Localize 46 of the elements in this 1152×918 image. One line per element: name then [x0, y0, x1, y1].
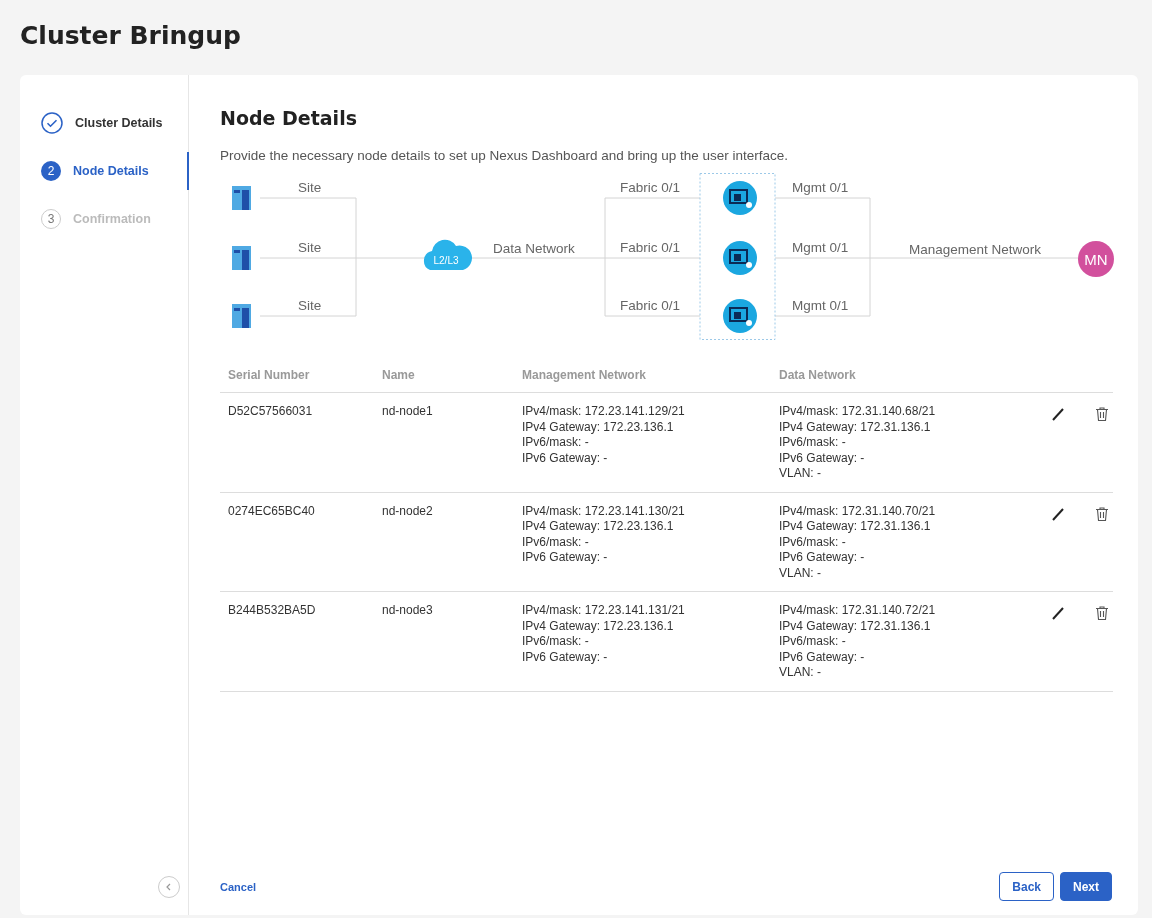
table-cell-text: IPv4/mask: 172.31.140.72/21 IPv4 Gateway: 172.31.136.1 IPv6/mask: - IPv6 Gateway: - VLAN: - — [779, 603, 937, 681]
next-button[interactable]: Next — [1060, 872, 1112, 901]
building-icon — [232, 186, 251, 210]
building-icon — [232, 304, 251, 328]
table-cell-text: IPv4/mask: 172.23.141.129/21 IPv4 Gateway: 172.23.136.1 IPv6/mask: - IPv6 Gateway: - — [522, 404, 686, 466]
node-icon — [723, 241, 757, 275]
node-icon — [723, 299, 757, 333]
table-cell-text: IPv4/mask: 172.23.141.130/21 IPv4 Gateway: 172.23.136.1 IPv6/mask: - IPv6 Gateway: - — [522, 503, 686, 566]
port-label: Fabric 0/1 — [620, 240, 681, 255]
network-label: Management Network — [909, 242, 1042, 257]
column-header: Name — [382, 368, 416, 382]
port-label: Fabric 0/1 — [620, 180, 681, 195]
step-item[interactable]: Cluster Details — [20, 104, 189, 142]
building-icon — [232, 246, 251, 270]
port-label: Mgmt 0/1 — [792, 240, 849, 255]
table-cell-text: B244B532BA5D — [228, 603, 317, 619]
cloud-icon: L2/L3 — [423, 239, 472, 270]
back-button[interactable]: Back — [999, 872, 1054, 901]
port-label: Fabric 0/1 — [620, 298, 681, 313]
section-heading: Node Details — [220, 107, 358, 129]
table-cell-text: nd-node2 — [382, 503, 434, 519]
badge-label: MN — [1084, 251, 1108, 268]
network-label: Data Network — [493, 241, 575, 256]
site-label: Site — [298, 180, 322, 195]
table-cell-text: nd-node1 — [382, 404, 434, 420]
port-label: Mgmt 0/1 — [792, 180, 849, 195]
table-cell-text: IPv4/mask: 172.31.140.68/21 IPv4 Gateway: 172.31.136.1 IPv6/mask: - IPv6 Gateway: - VLAN: - — [779, 404, 937, 482]
table-cell-text: 0274EC65BC40 — [228, 503, 316, 519]
table-cell-text: D52C57566031 — [228, 404, 314, 420]
port-label: Mgmt 0/1 — [792, 298, 849, 313]
check-icon — [41, 112, 63, 134]
page-title: Cluster Bringup — [20, 20, 242, 52]
step-item[interactable]: 3 Confirmation — [20, 200, 189, 238]
table-cell-text: IPv4/mask: 172.31.140.70/21 IPv4 Gateway: 172.31.136.1 IPv6/mask: - IPv6 Gateway: - VLAN: - — [779, 503, 937, 581]
column-header: Data Network — [779, 368, 857, 382]
site-label: Site — [298, 298, 322, 313]
step-item[interactable]: 2 Node Details — [20, 152, 189, 190]
column-header: Serial Number — [228, 368, 311, 382]
cancel-link[interactable]: Cancel — [220, 880, 257, 893]
badge-circle — [1078, 241, 1114, 277]
node-icon — [723, 181, 757, 215]
column-header: Management Network — [522, 368, 648, 382]
table-cell-text: nd-node3 — [382, 603, 434, 619]
table-cell-text: IPv4/mask: 172.23.141.131/21 IPv4 Gateway: 172.23.136.1 IPv6/mask: - IPv6 Gateway: - — [522, 603, 686, 665]
site-label: Site — [298, 240, 322, 255]
description-text: Provide the necessary node details to set up Nexus Dashboard and bring up the user interface. — [220, 148, 790, 163]
